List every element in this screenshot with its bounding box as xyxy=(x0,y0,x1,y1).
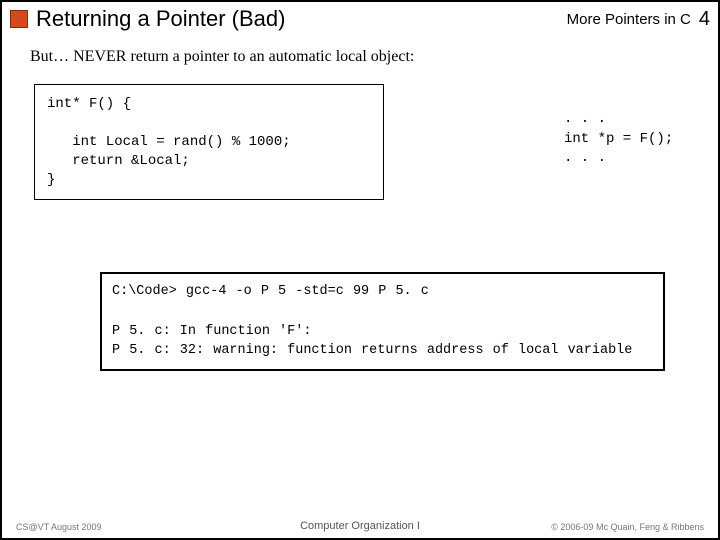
footer-center: Computer Organization I xyxy=(300,520,420,532)
code-row: int* F() { int Local = rand() % 1000; re… xyxy=(30,84,690,200)
footer-right: © 2006-09 Mc Quain, Feng & Ribbens xyxy=(551,522,704,532)
bullet-icon xyxy=(10,10,28,28)
lead-text: But… NEVER return a pointer to an automa… xyxy=(30,48,690,66)
slide-topic: More Pointers in C xyxy=(567,11,691,28)
slide-header: Returning a Pointer (Bad) More Pointers … xyxy=(2,2,718,40)
slide-title: Returning a Pointer (Bad) xyxy=(36,6,567,32)
page-number: 4 xyxy=(699,8,710,31)
function-code-box: int* F() { int Local = rand() % 1000; re… xyxy=(34,84,384,200)
compiler-output-box: C:\Code> gcc-4 -o P 5 -std=c 99 P 5. c P… xyxy=(100,272,665,370)
slide: Returning a Pointer (Bad) More Pointers … xyxy=(0,0,720,540)
footer-left: CS@VT August 2009 xyxy=(16,522,102,532)
slide-footer: CS@VT August 2009 Computer Organization … xyxy=(2,522,718,532)
caller-code: . . . int *p = F(); . . . xyxy=(564,110,673,169)
slide-body: But… NEVER return a pointer to an automa… xyxy=(2,40,718,371)
